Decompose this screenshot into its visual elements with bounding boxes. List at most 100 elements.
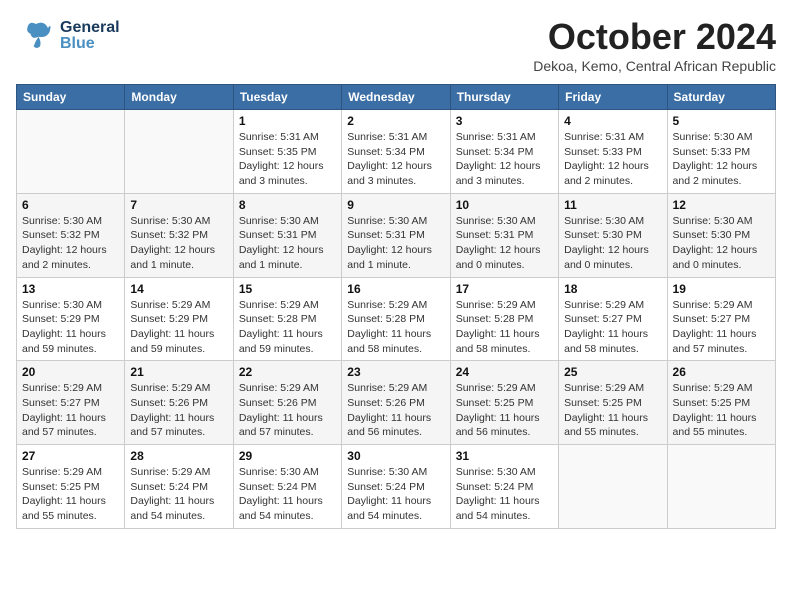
day-info: Sunrise: 5:29 AM Sunset: 5:27 PM Dayligh… (673, 298, 770, 357)
day-info: Sunrise: 5:29 AM Sunset: 5:27 PM Dayligh… (22, 381, 119, 440)
calendar-cell: 21 Sunrise: 5:29 AM Sunset: 5:26 PM Dayli… (125, 361, 233, 445)
calendar-cell: 19 Sunrise: 5:29 AM Sunset: 5:27 PM Dayli… (667, 277, 775, 361)
day-number: 3 (456, 114, 553, 128)
day-number: 24 (456, 365, 553, 379)
day-number: 4 (564, 114, 661, 128)
day-number: 6 (22, 198, 119, 212)
day-number: 18 (564, 282, 661, 296)
day-number: 20 (22, 365, 119, 379)
calendar-cell: 1 Sunrise: 5:31 AM Sunset: 5:35 PM Daylig… (233, 110, 341, 194)
day-number: 27 (22, 449, 119, 463)
day-info: Sunrise: 5:29 AM Sunset: 5:25 PM Dayligh… (456, 381, 553, 440)
col-header-thursday: Thursday (450, 85, 558, 110)
calendar-cell: 10Sunrise: 5:30 AM Sunset: 5:31 PM Dayli… (450, 193, 558, 277)
title-block: October 2024 Dekoa, Kemo, Central Africa… (533, 16, 776, 74)
day-number: 9 (347, 198, 444, 212)
day-number: 16 (347, 282, 444, 296)
calendar-cell: 24 Sunrise: 5:29 AM Sunset: 5:25 PM Dayli… (450, 361, 558, 445)
calendar-cell: 30 Sunrise: 5:30 AM Sunset: 5:24 PM Dayli… (342, 445, 450, 529)
calendar-week-5: 27 Sunrise: 5:29 AM Sunset: 5:25 PM Dayli… (17, 445, 776, 529)
logo: General Blue (16, 16, 120, 56)
calendar-cell: 20 Sunrise: 5:29 AM Sunset: 5:27 PM Dayli… (17, 361, 125, 445)
day-number: 25 (564, 365, 661, 379)
day-info: Sunrise: 5:31 AM Sunset: 5:34 PM Dayligh… (456, 130, 553, 189)
day-number: 7 (130, 198, 227, 212)
day-info: Sunrise: 5:30 AM Sunset: 5:24 PM Dayligh… (239, 465, 336, 524)
calendar-cell: 28 Sunrise: 5:29 AM Sunset: 5:24 PM Dayli… (125, 445, 233, 529)
col-header-tuesday: Tuesday (233, 85, 341, 110)
day-info: Sunrise: 5:29 AM Sunset: 5:26 PM Dayligh… (347, 381, 444, 440)
day-info: Sunrise: 5:29 AM Sunset: 5:25 PM Dayligh… (22, 465, 119, 524)
logo-icon (16, 16, 56, 56)
day-info: Sunrise: 5:29 AM Sunset: 5:28 PM Dayligh… (239, 298, 336, 357)
calendar-cell: 22 Sunrise: 5:29 AM Sunset: 5:26 PM Dayli… (233, 361, 341, 445)
day-info: Sunrise: 5:30 AM Sunset: 5:29 PM Dayligh… (22, 298, 119, 357)
calendar-cell: 27 Sunrise: 5:29 AM Sunset: 5:25 PM Dayli… (17, 445, 125, 529)
logo-general: General (60, 20, 120, 36)
day-info: Sunrise: 5:30 AM Sunset: 5:32 PM Dayligh… (22, 214, 119, 273)
calendar-cell: 15Sunrise: 5:29 AM Sunset: 5:28 PM Dayli… (233, 277, 341, 361)
calendar-week-4: 20 Sunrise: 5:29 AM Sunset: 5:27 PM Dayli… (17, 361, 776, 445)
calendar-cell: 9 Sunrise: 5:30 AM Sunset: 5:31 PM Daylig… (342, 193, 450, 277)
calendar-cell: 23 Sunrise: 5:29 AM Sunset: 5:26 PM Dayli… (342, 361, 450, 445)
day-info: Sunrise: 5:29 AM Sunset: 5:25 PM Dayligh… (673, 381, 770, 440)
calendar-cell: 13 Sunrise: 5:30 AM Sunset: 5:29 PM Dayli… (17, 277, 125, 361)
col-header-friday: Friday (559, 85, 667, 110)
page-header: General Blue October 2024 Dekoa, Kemo, C… (16, 16, 776, 74)
month-title: October 2024 (533, 16, 776, 58)
calendar-cell: 31Sunrise: 5:30 AM Sunset: 5:24 PM Dayli… (450, 445, 558, 529)
calendar-cell: 6 Sunrise: 5:30 AM Sunset: 5:32 PM Daylig… (17, 193, 125, 277)
day-number: 5 (673, 114, 770, 128)
calendar-cell: 4 Sunrise: 5:31 AM Sunset: 5:33 PM Daylig… (559, 110, 667, 194)
calendar-cell: 14 Sunrise: 5:29 AM Sunset: 5:29 PM Dayli… (125, 277, 233, 361)
calendar-cell (559, 445, 667, 529)
day-info: Sunrise: 5:30 AM Sunset: 5:31 PM Dayligh… (347, 214, 444, 273)
logo-text: General Blue (60, 20, 120, 52)
calendar-week-3: 13 Sunrise: 5:30 AM Sunset: 5:29 PM Dayli… (17, 277, 776, 361)
day-info: Sunrise: 5:29 AM Sunset: 5:29 PM Dayligh… (130, 298, 227, 357)
calendar-cell: 3 Sunrise: 5:31 AM Sunset: 5:34 PM Daylig… (450, 110, 558, 194)
calendar-cell: 2Sunrise: 5:31 AM Sunset: 5:34 PM Daylig… (342, 110, 450, 194)
day-number: 21 (130, 365, 227, 379)
day-info: Sunrise: 5:30 AM Sunset: 5:31 PM Dayligh… (456, 214, 553, 273)
day-info: Sunrise: 5:30 AM Sunset: 5:30 PM Dayligh… (564, 214, 661, 273)
day-number: 13 (22, 282, 119, 296)
day-number: 23 (347, 365, 444, 379)
col-header-sunday: Sunday (17, 85, 125, 110)
day-info: Sunrise: 5:29 AM Sunset: 5:26 PM Dayligh… (130, 381, 227, 440)
day-number: 17 (456, 282, 553, 296)
calendar-cell (667, 445, 775, 529)
calendar-table: SundayMondayTuesdayWednesdayThursdayFrid… (16, 84, 776, 529)
day-info: Sunrise: 5:30 AM Sunset: 5:31 PM Dayligh… (239, 214, 336, 273)
day-info: Sunrise: 5:30 AM Sunset: 5:33 PM Dayligh… (673, 130, 770, 189)
day-number: 29 (239, 449, 336, 463)
calendar-week-2: 6 Sunrise: 5:30 AM Sunset: 5:32 PM Daylig… (17, 193, 776, 277)
calendar-cell: 26Sunrise: 5:29 AM Sunset: 5:25 PM Dayli… (667, 361, 775, 445)
day-info: Sunrise: 5:29 AM Sunset: 5:28 PM Dayligh… (456, 298, 553, 357)
day-number: 22 (239, 365, 336, 379)
day-info: Sunrise: 5:29 AM Sunset: 5:25 PM Dayligh… (564, 381, 661, 440)
day-info: Sunrise: 5:30 AM Sunset: 5:24 PM Dayligh… (347, 465, 444, 524)
calendar-cell: 7Sunrise: 5:30 AM Sunset: 5:32 PM Daylig… (125, 193, 233, 277)
day-number: 31 (456, 449, 553, 463)
day-number: 30 (347, 449, 444, 463)
calendar-cell: 8Sunrise: 5:30 AM Sunset: 5:31 PM Daylig… (233, 193, 341, 277)
day-info: Sunrise: 5:29 AM Sunset: 5:26 PM Dayligh… (239, 381, 336, 440)
day-number: 12 (673, 198, 770, 212)
day-number: 11 (564, 198, 661, 212)
calendar-cell: 25 Sunrise: 5:29 AM Sunset: 5:25 PM Dayli… (559, 361, 667, 445)
day-info: Sunrise: 5:29 AM Sunset: 5:24 PM Dayligh… (130, 465, 227, 524)
day-info: Sunrise: 5:31 AM Sunset: 5:35 PM Dayligh… (239, 130, 336, 189)
day-info: Sunrise: 5:29 AM Sunset: 5:27 PM Dayligh… (564, 298, 661, 357)
col-header-wednesday: Wednesday (342, 85, 450, 110)
day-number: 19 (673, 282, 770, 296)
day-info: Sunrise: 5:29 AM Sunset: 5:28 PM Dayligh… (347, 298, 444, 357)
calendar-cell (17, 110, 125, 194)
day-number: 1 (239, 114, 336, 128)
day-info: Sunrise: 5:30 AM Sunset: 5:30 PM Dayligh… (673, 214, 770, 273)
calendar-cell: 12 Sunrise: 5:30 AM Sunset: 5:30 PM Dayli… (667, 193, 775, 277)
day-number: 28 (130, 449, 227, 463)
calendar-header-row: SundayMondayTuesdayWednesdayThursdayFrid… (17, 85, 776, 110)
day-number: 14 (130, 282, 227, 296)
day-info: Sunrise: 5:31 AM Sunset: 5:33 PM Dayligh… (564, 130, 661, 189)
